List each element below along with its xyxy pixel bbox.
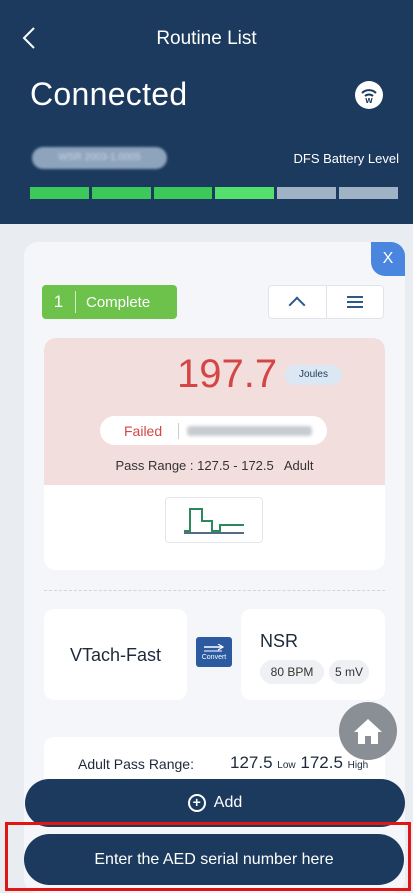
menu-button[interactable] <box>325 286 384 318</box>
energy-value: 197.7 <box>177 352 278 396</box>
rhythm-to-label: NSR <box>260 631 299 651</box>
battery-segment <box>277 187 337 199</box>
rhythm-from-label: VTach-Fast <box>69 645 162 665</box>
routine-number: 1 <box>42 291 76 313</box>
add-routine-button[interactable]: + Add <box>25 779 405 827</box>
high-value: 172.5 <box>300 753 343 772</box>
adult-range-values: 127.5 Low 172.5 High <box>230 753 368 773</box>
amplitude-chip: 5 mV <box>329 660 369 684</box>
routine-status-badge: 1 Complete <box>42 285 177 319</box>
convert-icon: Convert <box>196 637 232 667</box>
battery-segment <box>339 187 398 199</box>
battery-segment <box>91 187 151 199</box>
battery-segment <box>215 187 275 199</box>
section-divider <box>44 590 385 591</box>
result-pill: Failed <box>100 416 327 445</box>
pass-range-text: Pass Range : 127.5 - 172.5 <box>115 458 274 473</box>
close-routine-button[interactable]: X <box>371 242 405 276</box>
result-status: Failed <box>124 422 163 439</box>
pass-range-group: Adult <box>283 458 314 473</box>
home-button[interactable] <box>339 702 397 760</box>
add-button-label: Add <box>213 794 243 811</box>
connection-status: Connected <box>30 76 188 112</box>
pass-range: Pass Range : 127.5 - 172.5 Adult <box>44 458 385 473</box>
high-label: High <box>347 760 369 771</box>
rhythm-from-card: VTach-Fast <box>44 609 187 700</box>
home-icon <box>354 719 382 744</box>
collapse-button[interactable] <box>269 286 326 318</box>
device-serial-pill: WSR 2003-1.0005 <box>32 147 167 169</box>
divider <box>178 422 179 439</box>
app-header: Routine List Connected W WSR 2003-1.0005… <box>0 0 413 224</box>
battery-segment <box>153 187 213 199</box>
battery-segment <box>30 187 89 199</box>
low-label: Low <box>277 760 296 771</box>
chevron-up-icon <box>288 296 306 314</box>
routine-controls <box>268 285 384 319</box>
battery-label: DFS Battery Level <box>293 151 400 166</box>
wifi-button[interactable]: W <box>355 81 383 109</box>
energy-unit-badge: Joules <box>285 365 342 385</box>
aed-serial-input[interactable]: Enter the AED serial number here <box>24 834 404 885</box>
routine-status-text: Complete <box>86 293 151 311</box>
svg-text:W: W <box>365 97 373 104</box>
waveform-icon <box>184 508 244 534</box>
convert-label: Convert <box>201 653 227 661</box>
adult-range-label: Adult Pass Range: <box>78 756 194 772</box>
wifi-icon: W <box>361 89 377 105</box>
battery-level-bar <box>30 187 398 199</box>
result-summary: 197.7 Joules Failed Pass Range : 127.5 -… <box>44 338 385 485</box>
plus-circle-icon: + <box>187 794 206 812</box>
menu-icon <box>346 296 363 308</box>
result-timestamp <box>187 425 312 436</box>
test-result-card: 197.7 Joules Failed Pass Range : 127.5 -… <box>44 338 385 570</box>
rhythm-to-card: NSR 80 BPM 5 mV <box>241 609 385 700</box>
waveform-button[interactable] <box>165 497 263 543</box>
page-title: Routine List <box>156 28 257 49</box>
low-value: 127.5 <box>230 753 273 772</box>
rate-chip: 80 BPM <box>260 660 324 684</box>
